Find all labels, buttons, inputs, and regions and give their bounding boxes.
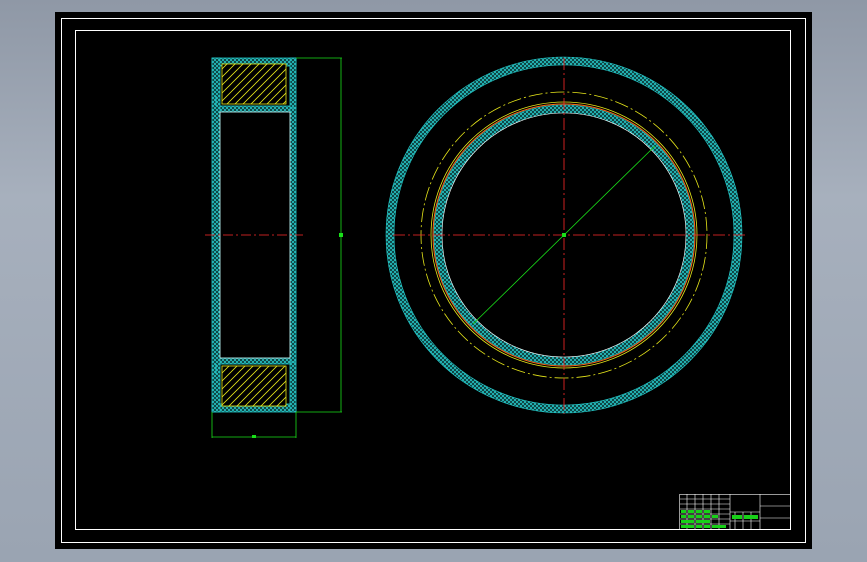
cad-drawing: [61, 18, 806, 543]
gear-ring-face[interactable]: [385, 56, 745, 414]
section-right-wall-bottom: [289, 361, 297, 413]
section-right-wall-top: [289, 57, 297, 109]
gear-ring-section[interactable]: [205, 57, 303, 413]
section-teeth-top: [221, 63, 287, 105]
section-hub-bottom: [219, 357, 291, 365]
drawing-sheet: [55, 12, 812, 549]
section-teeth-bottom: [221, 365, 287, 407]
section-hub-top: [219, 105, 291, 113]
dim-grip-height[interactable]: [339, 233, 343, 237]
center-grip[interactable]: [562, 233, 566, 237]
outer-frame: [61, 18, 806, 543]
dim-grip-width[interactable]: [252, 435, 256, 438]
